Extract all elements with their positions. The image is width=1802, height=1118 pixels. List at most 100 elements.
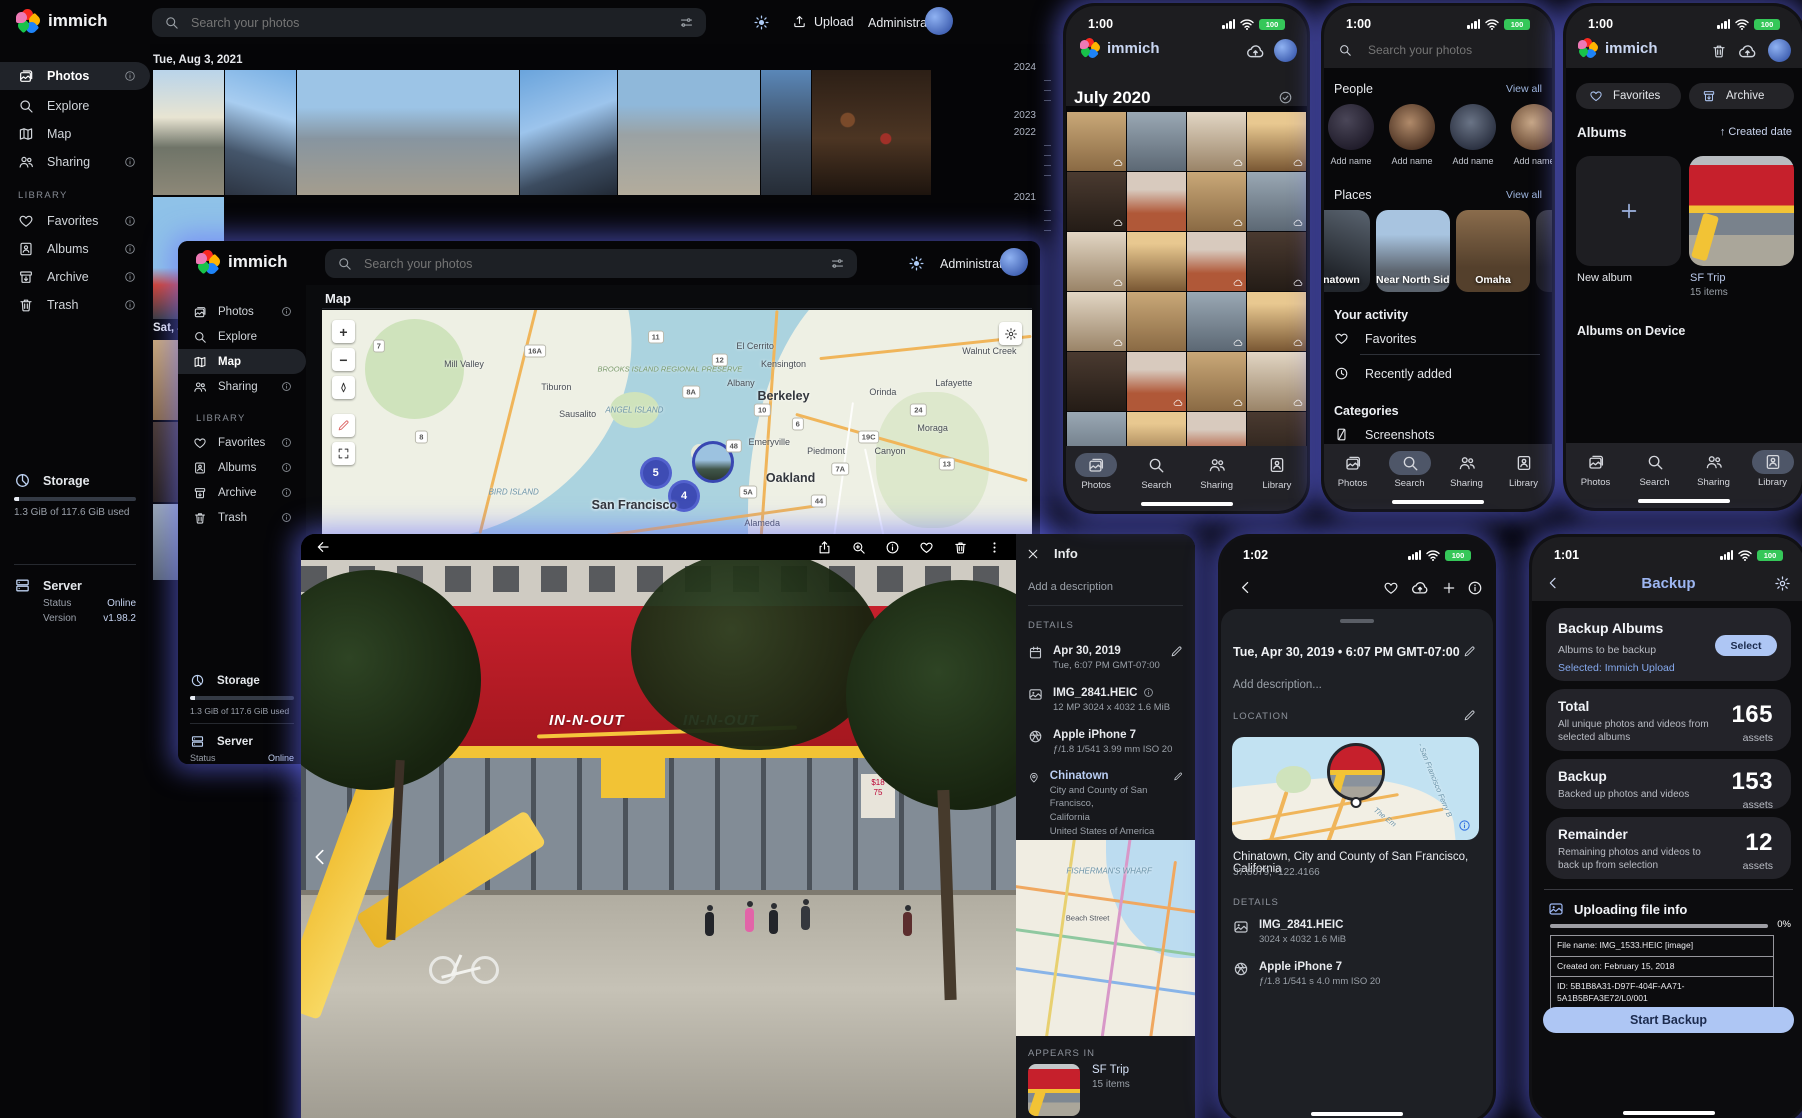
person-item[interactable]: Add name [1328, 104, 1374, 166]
nav-library[interactable]: Library [1496, 451, 1552, 489]
nav-search[interactable]: Search [1627, 450, 1683, 488]
photo-thumbnail[interactable] [1127, 172, 1186, 231]
sidebar-item-sharing[interactable]: Sharing [178, 374, 306, 399]
photo-thumbnail[interactable] [1127, 112, 1186, 171]
photo-thumbnail[interactable] [1187, 232, 1246, 291]
info-icon[interactable] [885, 540, 900, 555]
info-icon[interactable] [281, 512, 292, 523]
photo-thumbnail[interactable] [1127, 352, 1186, 411]
user-avatar[interactable] [1274, 39, 1297, 62]
sidebar-item-photos[interactable]: Photos [178, 299, 306, 324]
filter-sliders-icon[interactable] [830, 256, 845, 271]
sheet-drag-handle[interactable] [1340, 619, 1374, 623]
place-item[interactable]: Omaha [1456, 210, 1530, 292]
photo-thumbnail[interactable] [1127, 292, 1186, 351]
close-icon[interactable] [1026, 547, 1040, 561]
favorites-button[interactable]: Favorites [1576, 83, 1681, 109]
theme-toggle-icon[interactable] [753, 14, 770, 31]
info-icon[interactable] [124, 299, 136, 311]
place-item[interactable]: Near North Side [1376, 210, 1450, 292]
search-input[interactable] [1366, 42, 1538, 58]
photo-thumbnail[interactable] [1247, 232, 1306, 291]
start-backup-button[interactable]: Start Backup [1543, 1007, 1794, 1033]
search-bar[interactable] [1338, 42, 1538, 58]
nav-sharing[interactable]: Sharing [1439, 451, 1495, 489]
location-mini-map[interactable]: - San Francisco Ferry B The Em [1232, 737, 1479, 840]
nav-photos[interactable]: Photos [1325, 451, 1381, 489]
settings-gear-icon[interactable] [1774, 575, 1791, 592]
cloud-sync-icon[interactable] [1246, 42, 1265, 61]
user-avatar[interactable] [925, 7, 953, 35]
nav-sharing[interactable]: Sharing [1686, 450, 1742, 488]
photo-thumbnail[interactable] [618, 70, 760, 195]
search-input[interactable] [362, 256, 820, 272]
sidebar-item-photos[interactable]: Photos [0, 62, 150, 90]
immich-logo[interactable]: immich [16, 9, 108, 33]
sidebar-item-map[interactable]: Map [0, 120, 150, 148]
place-item[interactable]: Pi [1536, 210, 1555, 292]
photo-thumbnail[interactable] [1187, 112, 1246, 171]
sidebar-item-favorites[interactable]: Favorites [178, 430, 306, 455]
zoom-in-button[interactable]: + [332, 320, 355, 343]
nav-library[interactable]: Library [1249, 453, 1305, 491]
edit-date-icon[interactable] [1170, 645, 1183, 658]
edit-date-icon[interactable] [1463, 645, 1476, 658]
favorite-heart-icon[interactable] [1383, 580, 1399, 596]
screenshots-row[interactable]: Screenshots [1334, 427, 1434, 442]
archive-button[interactable]: Archive [1689, 83, 1794, 109]
sidebar-item-favorites[interactable]: Favorites [0, 207, 150, 235]
edit-location-icon[interactable] [1173, 770, 1183, 783]
photo-thumbnail[interactable] [1247, 112, 1306, 171]
map-settings-gear-icon[interactable] [999, 322, 1022, 345]
edit-location-icon[interactable] [1463, 709, 1476, 722]
photo-thumbnail[interactable] [225, 70, 296, 195]
info-icon[interactable] [281, 462, 292, 473]
photo-thumbnail[interactable] [1247, 352, 1306, 411]
fullscreen-button[interactable] [332, 442, 355, 465]
place-item[interactable]: Chinatown [1321, 210, 1370, 292]
search-input[interactable] [189, 15, 669, 31]
sidebar-item-albums[interactable]: Albums [178, 455, 306, 480]
previous-photo-arrow[interactable] [309, 846, 331, 868]
map-controls[interactable]: + − [332, 320, 355, 465]
add-to-icon[interactable] [1441, 580, 1457, 596]
person-item[interactable]: Add name [1511, 104, 1555, 166]
delete-icon[interactable] [953, 540, 968, 555]
info-icon[interactable] [124, 271, 136, 283]
draw-disabled-button[interactable] [332, 414, 355, 437]
photo-thumbnail[interactable] [761, 70, 811, 195]
photo-thumbnail[interactable] [1067, 112, 1126, 171]
sidebar-item-map[interactable]: Map [178, 349, 306, 374]
nav-photos[interactable]: Photos [1568, 450, 1624, 488]
map-cluster-5[interactable]: 5 [640, 457, 672, 489]
zoom-out-button[interactable]: − [332, 348, 355, 371]
map-info-icon[interactable] [1458, 819, 1471, 832]
sidebar-item-archive[interactable]: Archive [178, 480, 306, 505]
people-view-all[interactable]: View all [1506, 83, 1542, 95]
info-icon[interactable] [281, 437, 292, 448]
file-info-icon[interactable] [1143, 687, 1154, 698]
photo-thumbnail[interactable] [1067, 172, 1126, 231]
sidebar-item-trash[interactable]: Trash [0, 291, 150, 319]
cloud-sync-icon[interactable] [1738, 42, 1757, 61]
trash-icon[interactable] [1711, 43, 1727, 59]
nav-search[interactable]: Search [1128, 453, 1184, 491]
places-view-all[interactable]: View all [1506, 189, 1542, 201]
description-field[interactable]: Add a description [1016, 561, 1195, 593]
nav-sharing[interactable]: Sharing [1189, 453, 1245, 491]
sidebar-item-explore[interactable]: Explore [178, 324, 306, 349]
favorites-row[interactable]: Favorites [1334, 331, 1416, 346]
filter-sliders-icon[interactable] [679, 15, 694, 30]
photo-thumbnail[interactable] [1127, 232, 1186, 291]
sort-created-date[interactable]: ↑ Created date [1720, 126, 1792, 138]
search-bar[interactable] [152, 8, 706, 37]
info-icon[interactable] [124, 156, 136, 168]
person-item[interactable]: Add name [1450, 104, 1496, 166]
album-sf-trip-tile[interactable] [1689, 156, 1794, 266]
photo-thumbnail[interactable] [297, 70, 519, 195]
photo-thumbnail[interactable] [1067, 232, 1126, 291]
zoom-icon[interactable] [851, 540, 866, 555]
info-icon[interactable] [1467, 580, 1483, 596]
sidebar-item-explore[interactable]: Explore [0, 92, 150, 120]
more-options-icon[interactable] [987, 540, 1002, 555]
